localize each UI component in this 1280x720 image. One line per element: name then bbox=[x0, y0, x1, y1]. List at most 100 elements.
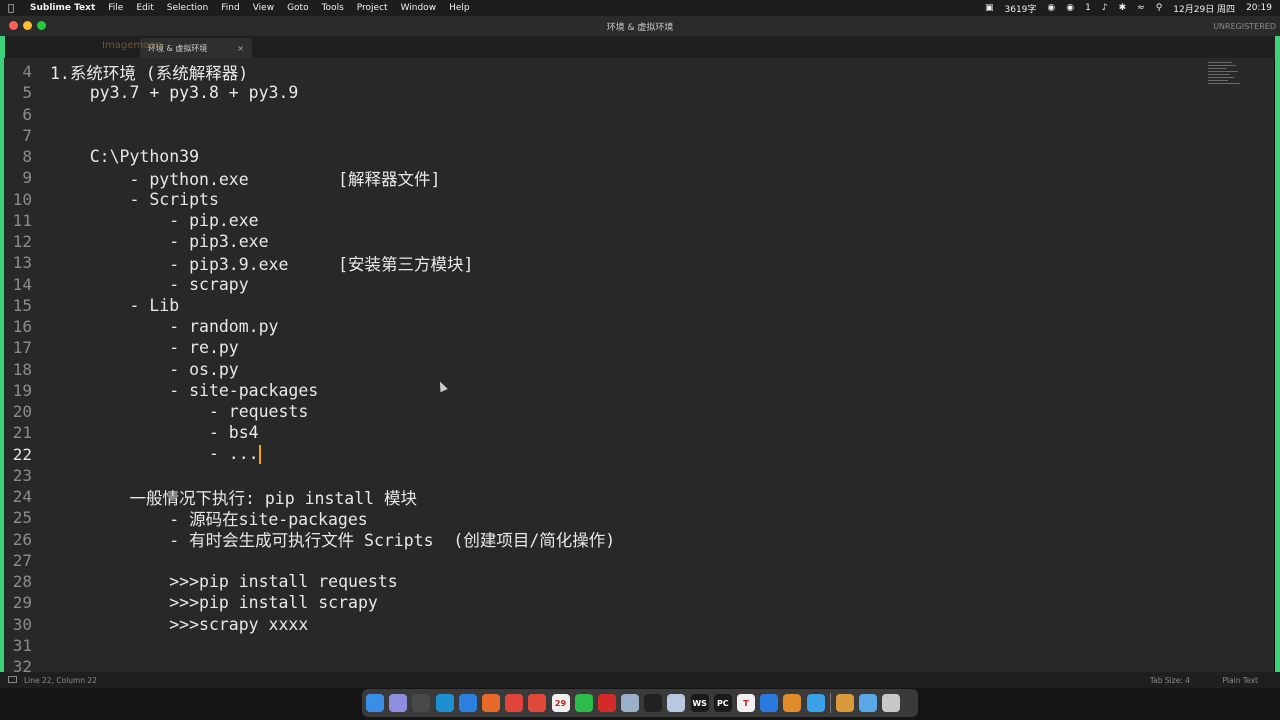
editor-area[interactable]: 4 1.系统环境 (系统解释器) 5 py3.7 + py3.8 + py3.9 6 7… bbox=[4, 58, 1274, 672]
editor-line[interactable]: 19 - site-packages bbox=[4, 380, 1204, 401]
volume-icon[interactable]: ♪ bbox=[1102, 3, 1108, 13]
editor-line[interactable]: 14 - scrapy bbox=[4, 274, 1204, 295]
xcode-icon[interactable] bbox=[760, 694, 779, 712]
word-count-status[interactable]: 3619字 bbox=[1005, 2, 1037, 15]
folder-icon[interactable] bbox=[858, 694, 877, 712]
calendar-icon[interactable]: 29 bbox=[551, 694, 570, 712]
webstorm-icon[interactable]: WS bbox=[690, 694, 709, 712]
menu-project[interactable]: Project bbox=[357, 3, 388, 13]
editor-line[interactable]: 29 >>>pip install scrapy bbox=[4, 592, 1204, 613]
menu-goto[interactable]: Goto bbox=[287, 3, 309, 13]
bluetooth-icon[interactable]: ✱ bbox=[1119, 3, 1127, 13]
editor-line[interactable]: 13 - pip3.9.exe [安装第三方模块] bbox=[4, 251, 1204, 275]
line-text[interactable]: - pip3.exe bbox=[50, 232, 268, 251]
editor-line[interactable]: 8 C:\Python39 bbox=[4, 146, 1204, 167]
line-text[interactable]: - ... bbox=[50, 444, 261, 464]
editor-line[interactable]: 28 >>>pip install requests bbox=[4, 571, 1204, 592]
zoom-window-button[interactable] bbox=[37, 21, 46, 30]
menu-file[interactable]: File bbox=[108, 3, 123, 13]
close-tab-icon[interactable]: × bbox=[237, 44, 244, 53]
editor-line[interactable]: 31 bbox=[4, 635, 1204, 656]
editor-line[interactable]: 12 - pip3.exe bbox=[4, 231, 1204, 252]
menu-tools[interactable]: Tools bbox=[322, 3, 344, 13]
line-text[interactable]: - Scripts bbox=[50, 190, 218, 209]
line-text[interactable]: - site-packages bbox=[50, 381, 318, 400]
line-text[interactable]: - requests bbox=[50, 402, 308, 421]
editor-line[interactable]: 25 - 源码在site-packages bbox=[4, 507, 1204, 529]
editor-line[interactable]: 27 bbox=[4, 550, 1204, 571]
line-text[interactable]: - pip3.9.exe [安装第三方模块] bbox=[50, 251, 473, 275]
typora-icon[interactable]: T bbox=[737, 694, 755, 712]
wechat-icon[interactable] bbox=[574, 694, 593, 712]
line-text[interactable]: py3.7 + py3.8 + py3.9 bbox=[50, 83, 299, 102]
doc-icon[interactable] bbox=[667, 694, 686, 712]
launchpad-icon[interactable] bbox=[389, 694, 408, 712]
editor-line[interactable]: 11 - pip.exe bbox=[4, 210, 1204, 231]
preview-icon[interactable] bbox=[621, 694, 640, 712]
sublime-icon[interactable] bbox=[783, 694, 802, 712]
menu-find[interactable]: Find bbox=[221, 3, 239, 13]
line-text[interactable]: - os.py bbox=[50, 360, 239, 379]
editor-line[interactable]: 22 - ... bbox=[4, 444, 1204, 465]
line-text[interactable]: - scrapy bbox=[50, 275, 248, 294]
menu-edit[interactable]: Edit bbox=[136, 3, 153, 13]
line-text[interactable]: - re.py bbox=[50, 338, 239, 357]
search-icon[interactable]: ⚲ bbox=[1156, 3, 1163, 13]
safari-icon[interactable] bbox=[458, 694, 477, 712]
line-text[interactable]: - 有时会生成可执行文件 Scripts (创建项目/简化操作) bbox=[50, 527, 615, 551]
menu-selection[interactable]: Selection bbox=[167, 3, 208, 13]
date-status[interactable]: 12月29日 周四 bbox=[1173, 2, 1235, 15]
wechat-status-icon[interactable]: ◉ bbox=[1066, 3, 1074, 13]
line-text[interactable]: >>>pip install requests bbox=[50, 572, 397, 591]
chrome-canary-icon[interactable] bbox=[435, 694, 454, 712]
minimap[interactable] bbox=[1208, 60, 1248, 102]
editor-line[interactable]: 21 - bs4 bbox=[4, 422, 1204, 443]
editor-line[interactable]: 18 - os.py bbox=[4, 359, 1204, 380]
minimize-window-button[interactable] bbox=[23, 21, 32, 30]
notification-count[interactable]: 1 bbox=[1085, 3, 1091, 13]
close-window-button[interactable] bbox=[9, 21, 18, 30]
control-icon[interactable]: ◉ bbox=[1047, 3, 1055, 13]
editor-line[interactable]: 10 - Scripts bbox=[4, 189, 1204, 210]
menu-window[interactable]: Window bbox=[401, 3, 437, 13]
line-text[interactable]: - random.py bbox=[50, 317, 278, 336]
line-text[interactable]: >>>scrapy xxxx bbox=[50, 615, 308, 634]
line-text[interactable]: - bs4 bbox=[50, 423, 259, 442]
editor-line[interactable]: 5 py3.7 + py3.8 + py3.9 bbox=[4, 82, 1204, 103]
line-text[interactable]: >>>pip install scrapy bbox=[50, 593, 378, 612]
editor-line[interactable]: 26 - 有时会生成可执行文件 Scripts (创建项目/简化操作) bbox=[4, 527, 1204, 551]
line-text[interactable]: - python.exe [解释器文件] bbox=[50, 166, 440, 190]
chrome-icon[interactable] bbox=[528, 694, 547, 712]
archive-icon[interactable] bbox=[835, 694, 854, 712]
time-status[interactable]: 20:19 bbox=[1246, 3, 1272, 13]
pycharm-icon[interactable]: PC bbox=[713, 694, 732, 712]
wifi-icon[interactable]: ≈ bbox=[1137, 3, 1145, 13]
mission-control-icon[interactable] bbox=[412, 694, 431, 712]
firefox-icon[interactable] bbox=[481, 694, 500, 712]
terminal-icon[interactable] bbox=[644, 694, 663, 712]
editor-line[interactable]: 9 - python.exe [解释器文件] bbox=[4, 166, 1204, 190]
editor-line[interactable]: 16 - random.py bbox=[4, 316, 1204, 337]
editor-line[interactable]: 4 1.系统环境 (系统解释器) bbox=[4, 60, 1204, 84]
editor-line[interactable]: 32 bbox=[4, 656, 1204, 672]
editor-line[interactable]: 24 一般情况下执行: pip install 模块 bbox=[4, 486, 1204, 508]
line-text[interactable]: 1.系统环境 (系统解释器) bbox=[50, 60, 248, 84]
app-blue-icon[interactable] bbox=[806, 694, 825, 712]
apple-icon[interactable]:  bbox=[8, 3, 22, 14]
editor-line[interactable]: 20 - requests bbox=[4, 401, 1204, 422]
menu-app-name[interactable]: Sublime Text bbox=[30, 3, 95, 13]
trash-icon[interactable] bbox=[882, 694, 901, 712]
netease-music-icon[interactable] bbox=[597, 694, 616, 712]
panel-toggle-icon[interactable] bbox=[8, 676, 17, 683]
app-red-icon[interactable] bbox=[505, 694, 524, 712]
line-text[interactable]: - Lib bbox=[50, 296, 179, 315]
editor-line[interactable]: 7 bbox=[4, 125, 1204, 146]
screen-record-icon[interactable]: ▣ bbox=[985, 3, 994, 13]
line-text[interactable]: C:\Python39 bbox=[50, 147, 199, 166]
syntax-selector[interactable]: Plain Text bbox=[1222, 676, 1258, 685]
tab-size-selector[interactable]: Tab Size: 4 bbox=[1150, 676, 1190, 685]
editor-line[interactable]: 23 bbox=[4, 465, 1204, 486]
editor-line[interactable]: 30 >>>scrapy xxxx bbox=[4, 614, 1204, 635]
menu-view[interactable]: View bbox=[253, 3, 274, 13]
editor-line[interactable]: 15 - Lib bbox=[4, 295, 1204, 316]
